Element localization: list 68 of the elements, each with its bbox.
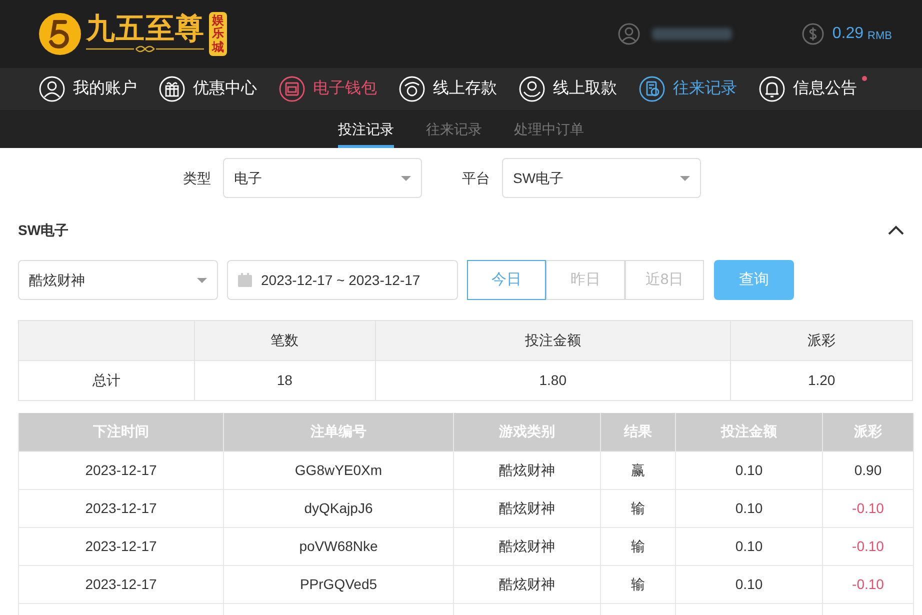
table-cell: -0.10 [822, 527, 914, 565]
table-cell: 2023-12-17 [18, 489, 224, 527]
table-cell: 2023-12-17 [18, 565, 224, 603]
nav-item[interactable]: 往来记录 [639, 68, 737, 110]
filter-label: 平台 [462, 168, 490, 188]
table-cell: PPrGQVed5 [224, 565, 454, 603]
wallet-icon [279, 76, 305, 102]
logo-text: 九五至尊 [86, 14, 205, 44]
filter-select[interactable]: SW电子 [502, 158, 701, 198]
table-cell: dyQKajpJ6 [224, 489, 454, 527]
table-cell: GG8wYE0Xm [224, 451, 454, 489]
game-select[interactable]: 酷炫财神 [18, 260, 218, 300]
caret-icon [197, 278, 207, 282]
table-cell: 18 [194, 360, 376, 400]
deposit-icon [399, 76, 425, 102]
table-cell: 酷炫财神 [454, 527, 600, 565]
ornament-icon [86, 44, 204, 54]
table-cell: -0.10 [822, 565, 914, 603]
record-icon [639, 76, 665, 102]
table-cell: 1.80 [375, 360, 731, 400]
nav-item[interactable]: 我的账户 [39, 68, 137, 110]
calendar-icon [237, 272, 253, 288]
table-cell: 总计 [18, 360, 194, 400]
gift-icon [159, 76, 185, 102]
table-cell: -0.10 [822, 489, 914, 527]
table-cell: 酷炫财神 [454, 489, 600, 527]
filter-select[interactable]: 电子 [223, 158, 422, 198]
nav-item[interactable]: 信息公告 [759, 68, 857, 110]
column-header: 投注金额 [375, 320, 731, 360]
logo-icon [38, 12, 82, 56]
caret-icon [401, 176, 411, 180]
table-cell: 2023-12-17 [18, 527, 224, 565]
chevron-up-icon[interactable] [888, 225, 904, 235]
table-cell: 酷炫财神 [454, 565, 600, 603]
sub-tab[interactable]: 往来记录 [426, 110, 482, 148]
column-header: 笔数 [194, 320, 376, 360]
balance-amount: 0.29 [832, 24, 864, 44]
logo-badge: 娱乐城 [208, 12, 227, 56]
user-icon [39, 76, 65, 102]
sub-tab[interactable]: 投注记录 [338, 110, 394, 148]
date-range-field[interactable]: 2023-12-17 ~ 2023-12-17 [227, 260, 458, 300]
table-cell: 2023-12-17 [18, 451, 224, 489]
currency-label: RMB [868, 28, 892, 44]
nav-item[interactable]: 电子钱包 [279, 68, 377, 110]
table-cell: 0.10 [676, 527, 822, 565]
table-cell: 0.10 [676, 489, 822, 527]
nav-item[interactable]: 线上存款 [399, 68, 497, 110]
column-header: 派彩 [730, 320, 912, 360]
table-cell: 0.10 [676, 451, 822, 489]
nav-item[interactable]: 线上取款 [519, 68, 617, 110]
bell-icon [759, 76, 785, 102]
table-cell: 输 [600, 527, 676, 565]
sub-tab[interactable]: 处理中订单 [514, 110, 584, 148]
table-cell: 酷炫财神 [454, 451, 600, 489]
filter-label: 类型 [183, 168, 211, 188]
section-title: SW电子 [18, 220, 69, 240]
table-cell: poVW68Nke [224, 527, 454, 565]
table-cell: 输 [600, 489, 676, 527]
caret-icon [680, 176, 690, 180]
user-icon [618, 23, 640, 45]
table-cell: 1.20 [730, 360, 912, 400]
withdraw-icon [519, 76, 545, 102]
table-cell: 输 [600, 565, 676, 603]
table-cell: 赢 [600, 451, 676, 489]
nav-item[interactable]: 优惠中心 [159, 68, 257, 110]
coin-icon [802, 23, 824, 45]
table-cell: 0.90 [822, 451, 914, 489]
table-cell: 0.10 [676, 565, 822, 603]
